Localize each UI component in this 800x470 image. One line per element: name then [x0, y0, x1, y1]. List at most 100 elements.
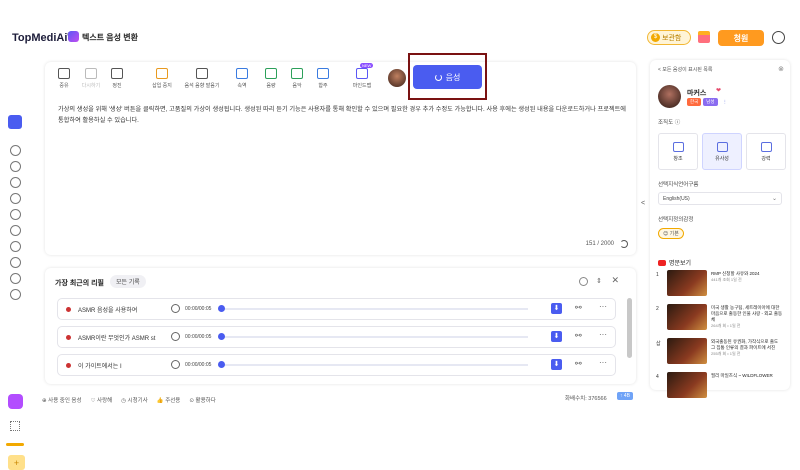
chevron-down-icon: ⌄ [771, 196, 777, 202]
toolbar-button[interactable]: 합주 [309, 68, 337, 89]
footer-link[interactable]: 👍 주선용 [157, 396, 181, 404]
video-item[interactable]: 2 미국 생활 농구팀, 세트레이아에 대한 마음으로 출동한 인물 사랑 - 외… [654, 304, 786, 336]
toolbar-icon [196, 68, 208, 79]
style-card[interactable]: 강력 [746, 133, 786, 170]
progress-knob[interactable] [218, 305, 225, 312]
toolbar-label: 정진 [112, 83, 122, 89]
style-label: 유사성 [715, 155, 729, 162]
play-icon[interactable] [171, 360, 180, 369]
video-item[interactable]: 삽 외국출동된 유권화, 가작식으로 출도 그 집통 인류의 결과 파이트에 서진… [654, 338, 786, 370]
video-thumbnail[interactable] [667, 338, 707, 364]
video-thumbnail[interactable] [667, 372, 707, 398]
share-icon[interactable]: ⚯ [575, 331, 582, 340]
sidebar-edit-icon[interactable] [10, 209, 21, 220]
download-icon[interactable]: ⬇ [551, 359, 562, 370]
sidebar-vocal-icon[interactable] [10, 289, 21, 300]
toolbar-icon [111, 68, 123, 79]
more-icon[interactable]: ··· [599, 358, 607, 367]
progress-knob[interactable] [218, 333, 225, 340]
expand-icon[interactable]: ⇕ [596, 277, 602, 285]
download-icon[interactable]: ⬇ [551, 331, 562, 342]
collapse-panel-button[interactable]: < [641, 200, 650, 260]
play-icon[interactable] [171, 304, 180, 313]
flag-icon [66, 363, 71, 368]
style-card[interactable]: 창조 [658, 133, 698, 170]
language-select[interactable]: English(US) ⌄ [658, 192, 782, 205]
app-logo[interactable]: TopMediAi® [12, 32, 72, 44]
video-title-text: 필리 마일즈식 ~ WILDFLOWER [711, 373, 773, 378]
table-row: 이 가이트에서는 I 00:00/00:05 ⬇ ⚯ ··· [57, 354, 616, 376]
footer-link[interactable]: ⊕ 사용 중인 음성 [42, 396, 82, 404]
close-icon[interactable]: ✕ [611, 275, 619, 286]
toolbar-button[interactable]: 음악 [283, 68, 311, 89]
footer-link[interactable]: ⊙ 활용하다 [189, 396, 215, 404]
language-globe-icon[interactable] [772, 31, 785, 44]
panel-header[interactable]: < 모든 음성이 표시된 목록 [658, 66, 712, 73]
video-item[interactable]: 4 필리 마일즈식 ~ WILDFLOWER [654, 372, 786, 404]
gift-icon[interactable] [698, 31, 710, 43]
toolbar-icon [265, 68, 277, 79]
sidebar-app-icon[interactable] [8, 394, 23, 409]
toolbar-icon [356, 68, 368, 79]
style-icon [716, 141, 728, 152]
toolbar-button[interactable]: 중유 [50, 68, 78, 89]
progress-track[interactable] [218, 308, 528, 310]
style-label: 창조 [673, 155, 683, 162]
download-icon[interactable]: ⬇ [551, 303, 562, 314]
buy-button[interactable]: 청원 [718, 30, 764, 46]
sidebar-clone-icon[interactable] [10, 161, 21, 172]
text-editor[interactable]: 중유 다시하기 정진 삽입 중지 음석 음향 발음기 속역 음량 음악 합주 마인드맵 NEW 음… [45, 53, 636, 255]
sidebar-grid-icon[interactable] [10, 421, 20, 431]
toolbar-label: 속역 [237, 83, 247, 89]
toolbar-button[interactable]: 정진 [103, 68, 131, 89]
progress-knob[interactable] [218, 361, 225, 368]
all-records-button[interactable]: 모든 기록 [110, 275, 146, 288]
toolbar-button[interactable]: 음량 [257, 68, 285, 89]
voice-panel: < 모든 음성이 표시된 목록 ⊗ 마커스 ❤ 한국 남성 ⋮ 조직도 ⓘ 창조 유사… [650, 60, 790, 398]
sidebar-target-icon[interactable] [10, 257, 21, 268]
editor-text[interactable]: 가상의 생성을 위해 '생성' 버튼을 클릭하면, 고품질의 가상이 생성됩니다… [58, 104, 628, 126]
recent-history-panel: 가장 최근의 리필 모든 기록 ⇕ ✕ ASMR 음성을 사용하여 00:00/0… [45, 268, 636, 384]
video-thumbnail[interactable] [667, 304, 707, 330]
panel-close-icon[interactable]: ⊗ [778, 65, 784, 73]
sidebar-chat-icon[interactable] [10, 225, 21, 236]
style-label: 강력 [761, 155, 771, 162]
sidebar-dub-icon[interactable] [10, 193, 21, 204]
sidebar-voice-icon[interactable] [10, 145, 21, 156]
emotion-chip[interactable]: 😊 기본 [658, 228, 684, 239]
scrollbar[interactable] [627, 298, 632, 358]
video-item[interactable]: 1 RMP 신청할 사유와 2024 441개 조회 1일 전 [654, 270, 786, 302]
refresh-icon[interactable] [620, 240, 628, 248]
toolbar-button[interactable]: 음석 음향 발음기 [185, 68, 220, 89]
play-icon[interactable] [171, 332, 180, 341]
sidebar-tts-icon[interactable] [8, 115, 22, 129]
help-icon[interactable] [579, 277, 588, 286]
sidebar-add-icon[interactable]: + [8, 455, 25, 470]
footer-label: 활용하다 [195, 398, 216, 404]
toolbar-button[interactable]: 삽입 중지 [148, 68, 176, 89]
style-card[interactable]: 유사성 [702, 133, 742, 170]
voice-avatar[interactable] [388, 69, 406, 87]
style-icon [672, 141, 684, 152]
share-icon[interactable]: ⚯ [575, 303, 582, 312]
sidebar-mic-icon[interactable] [10, 177, 21, 188]
sidebar-music-icon[interactable] [10, 273, 21, 284]
more-icon[interactable]: ··· [599, 302, 607, 311]
toolbar-button[interactable]: 마인드맵 [348, 68, 376, 89]
video-title: RMP 신청할 사유와 2024 441개 조회 1일 전 [711, 271, 783, 283]
footer-link[interactable]: ◷ 시청기사 [121, 396, 148, 404]
progress-track[interactable] [218, 336, 528, 338]
footer-bar: ⊕ 사용 중인 음성 ♡ 사랑해 ◷ 시청기사 👍 주선용 ⊙ 활용하다 [42, 394, 642, 406]
progress-track[interactable] [218, 364, 528, 366]
row-time: 00:00/00:05 [185, 306, 212, 312]
share-icon[interactable]: ⚯ [575, 359, 582, 368]
sidebar-globe-icon[interactable] [10, 241, 21, 252]
coin-badge[interactable]: $ 보관함 [647, 30, 691, 45]
recommended-header: 명문보기 [658, 258, 691, 267]
favorite-heart-icon[interactable]: ❤ [716, 87, 721, 94]
more-tags-icon[interactable]: ⋮ [720, 98, 731, 106]
footer-link[interactable]: ♡ 사랑해 [91, 396, 113, 404]
toolbar-button[interactable]: 속역 [228, 68, 256, 89]
more-icon[interactable]: ··· [599, 330, 607, 339]
video-thumbnail[interactable] [667, 270, 707, 296]
